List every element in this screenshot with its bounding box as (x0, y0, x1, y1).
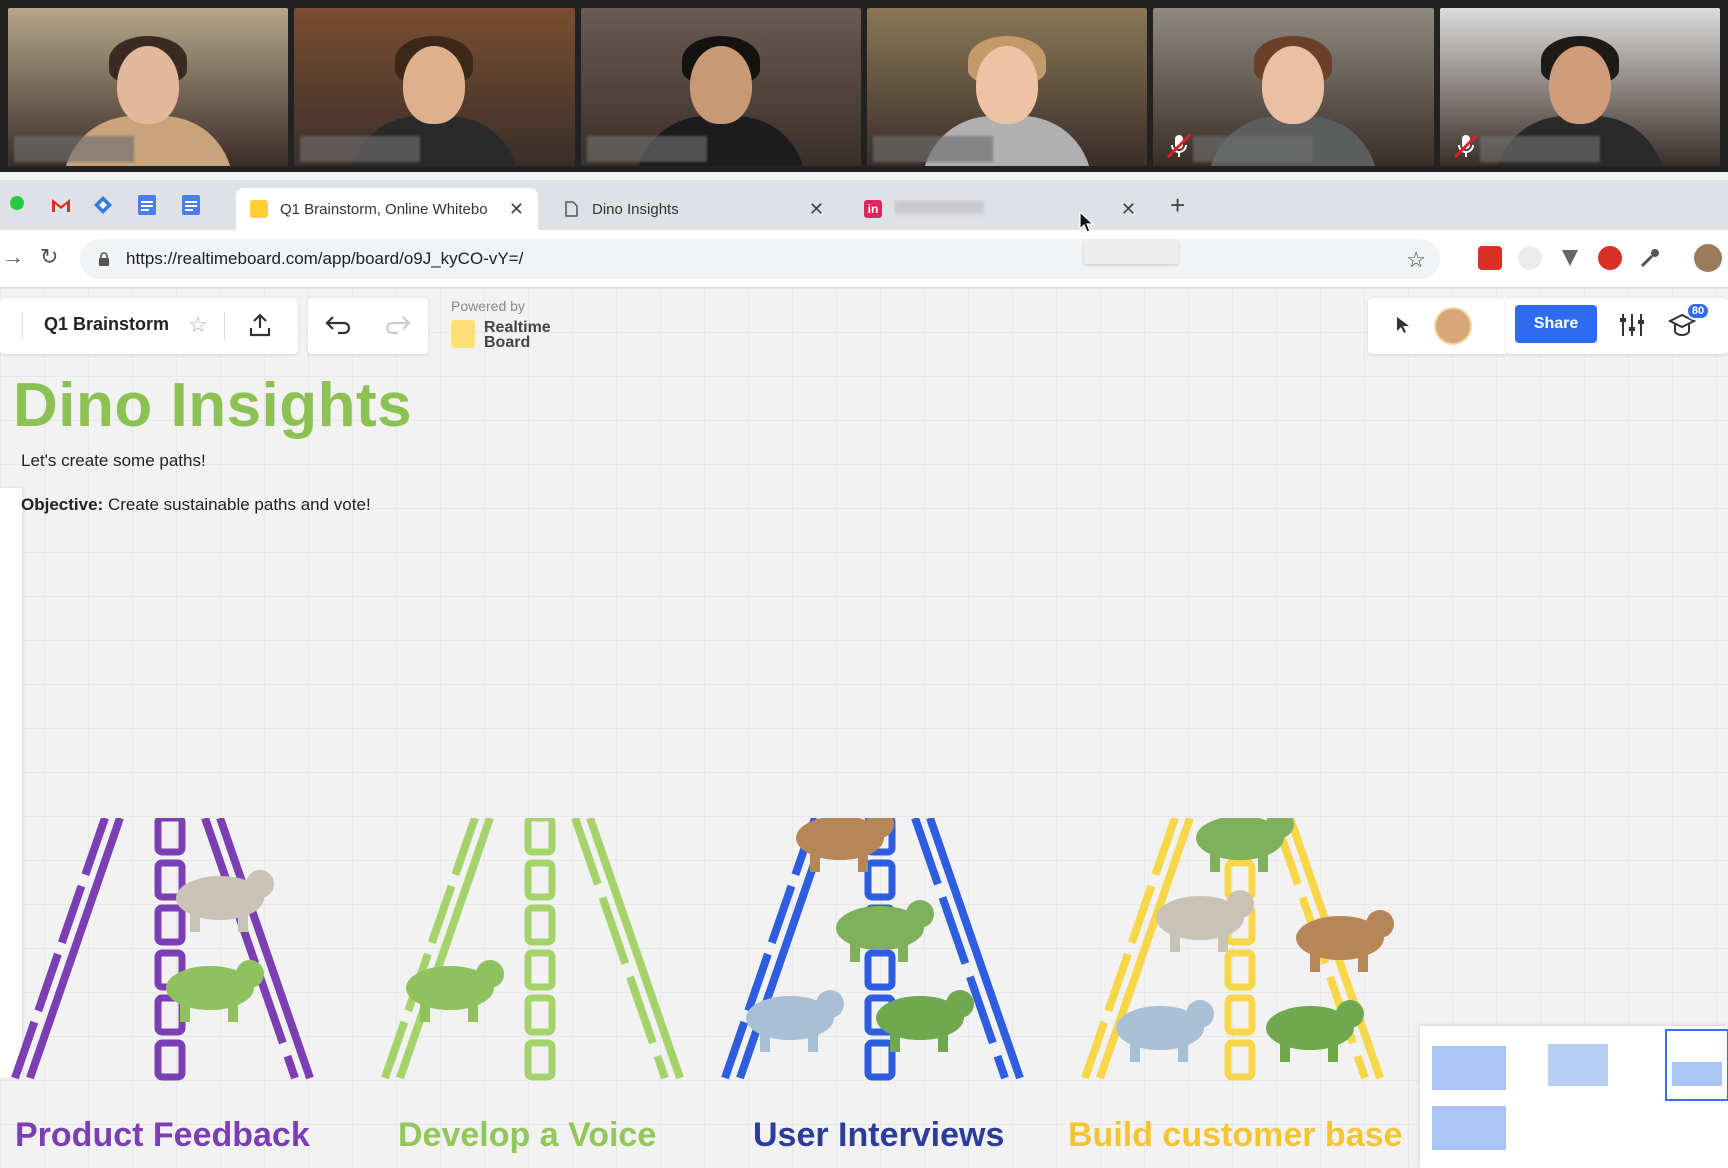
bookmark-star-icon[interactable]: ☆ (1406, 247, 1426, 273)
blurred-name-tag (586, 136, 707, 162)
tab-dino-insights[interactable]: Dino Insights ✕ (548, 188, 838, 230)
participant-video-tile[interactable] (1153, 8, 1434, 166)
history-panel (308, 298, 428, 354)
close-tab-icon[interactable]: ✕ (509, 199, 524, 220)
participant-face (403, 46, 466, 124)
address-bar: → ↻ https://realtimeboard.com/app/board/… (0, 230, 1728, 288)
notification-badge: 80 (1686, 302, 1710, 320)
blurred-name-tag (14, 136, 134, 162)
document-icon (182, 195, 200, 215)
tab-q1-brainstorm[interactable]: Q1 Brainstorm, Online Whitebo ✕ (236, 188, 538, 230)
close-tab-icon[interactable]: ✕ (1121, 199, 1136, 220)
participant-face (976, 46, 1039, 124)
extension-stop-icon[interactable] (1598, 246, 1622, 270)
blurred-name-tag (1479, 136, 1600, 162)
objective-label: Objective: (21, 495, 104, 514)
path-label-develop-a-voice[interactable]: Develop a Voice (398, 1116, 656, 1155)
blurred-name-tag (872, 136, 993, 162)
docs-pinned-tab-2[interactable] (178, 192, 204, 218)
export-upload-icon[interactable] (248, 312, 272, 338)
participant-face (117, 46, 180, 124)
share-button[interactable]: Share (1515, 305, 1597, 343)
dino-path-illustration[interactable] (1080, 818, 1400, 1088)
tab-title: Q1 Brainstorm, Online Whitebo (280, 200, 488, 218)
realtimeboard-favicon-icon (250, 200, 268, 218)
close-tab-icon[interactable]: ✕ (809, 199, 824, 220)
muted-microphone-icon (1167, 133, 1192, 159)
participant-video-tile[interactable] (580, 8, 861, 166)
browser-tab-bar: Q1 Brainstorm, Online Whitebo ✕ Dino Ins… (0, 180, 1728, 230)
profile-avatar-icon[interactable] (1694, 244, 1722, 272)
participant-face (689, 46, 752, 124)
participant-video-tile[interactable] (1439, 8, 1720, 166)
board-minimap[interactable] (1420, 1026, 1728, 1168)
invision-icon: in (864, 200, 882, 218)
collaborator-avatar[interactable] (1434, 307, 1472, 345)
settings-sliders-icon[interactable] (1618, 312, 1646, 338)
eyedropper-icon[interactable] (1638, 246, 1662, 270)
favorite-star-icon[interactable]: ☆ (188, 312, 208, 338)
mouse-cursor-icon (1079, 210, 1095, 233)
participant-face (1548, 46, 1611, 124)
tab-title: Dino Insights (592, 200, 679, 218)
muted-microphone-icon (1453, 133, 1478, 159)
url-text: https://realtimeboard.com/app/board/o9J_… (126, 249, 524, 268)
blurred-tab-title (894, 200, 984, 214)
blurred-name-tag (300, 136, 421, 162)
gmail-icon (52, 199, 70, 212)
drive-pinned-tab[interactable] (90, 192, 116, 218)
redo-icon[interactable] (386, 314, 412, 336)
board-subtext[interactable]: Let's create some paths! (21, 451, 206, 471)
window-control-icon[interactable] (10, 196, 24, 210)
path-label-product-feedback[interactable]: Product Feedback (15, 1116, 310, 1155)
realtimeboard-logo-icon (451, 320, 475, 348)
powered-by-label: Powered by (451, 298, 525, 314)
path-label-build-customer-base[interactable]: Build customer base (1068, 1116, 1402, 1155)
participant-face (1262, 46, 1325, 124)
diamond-icon (94, 196, 112, 214)
board-heading[interactable]: Dino Insights (13, 370, 412, 441)
objective-text[interactable]: Objective: Create sustainable paths and … (21, 495, 371, 515)
whiteboard-canvas[interactable]: Q1 Brainstorm ☆ Powered by Realtime Boar… (0, 288, 1728, 1168)
forward-arrow-icon[interactable]: → (2, 244, 24, 270)
participant-video-tile[interactable] (8, 8, 289, 166)
board-title-panel: Q1 Brainstorm ☆ (0, 298, 298, 354)
extension-calendar-icon[interactable] (1478, 246, 1502, 270)
reload-icon[interactable]: ↻ (40, 244, 58, 270)
dino-path-illustration[interactable] (720, 818, 1040, 1088)
dino-path-illustration[interactable] (380, 818, 700, 1088)
extension-circle-icon[interactable] (1518, 246, 1542, 270)
blurred-name-tag (1193, 136, 1314, 162)
objective-value: Create sustainable paths and vote! (107, 495, 371, 514)
lock-icon (99, 252, 109, 266)
gmail-pinned-tab[interactable] (48, 192, 74, 218)
board-name[interactable]: Q1 Brainstorm (44, 314, 169, 335)
pointer-follow-icon[interactable] (1392, 314, 1414, 336)
brand-name: Realtime Board (484, 319, 551, 351)
tab-invision[interactable]: in ✕ (850, 188, 1150, 230)
new-tab-button[interactable]: + (1170, 190, 1185, 221)
path-label-user-interviews[interactable]: User Interviews (753, 1116, 1004, 1155)
document-icon (138, 195, 156, 215)
tooltip-popup (1084, 240, 1178, 264)
video-call-strip (0, 0, 1728, 172)
undo-icon[interactable] (324, 314, 350, 336)
participant-video-tile[interactable] (866, 8, 1148, 166)
extension-v-icon[interactable] (1558, 246, 1582, 270)
url-omnibox[interactable]: https://realtimeboard.com/app/board/o9J_… (80, 239, 1440, 279)
page-icon (565, 201, 578, 217)
docs-pinned-tab[interactable] (134, 192, 160, 218)
dino-path-illustration[interactable] (10, 818, 330, 1088)
collaborators-panel (1368, 298, 1508, 354)
participant-video-tile[interactable] (294, 8, 575, 166)
